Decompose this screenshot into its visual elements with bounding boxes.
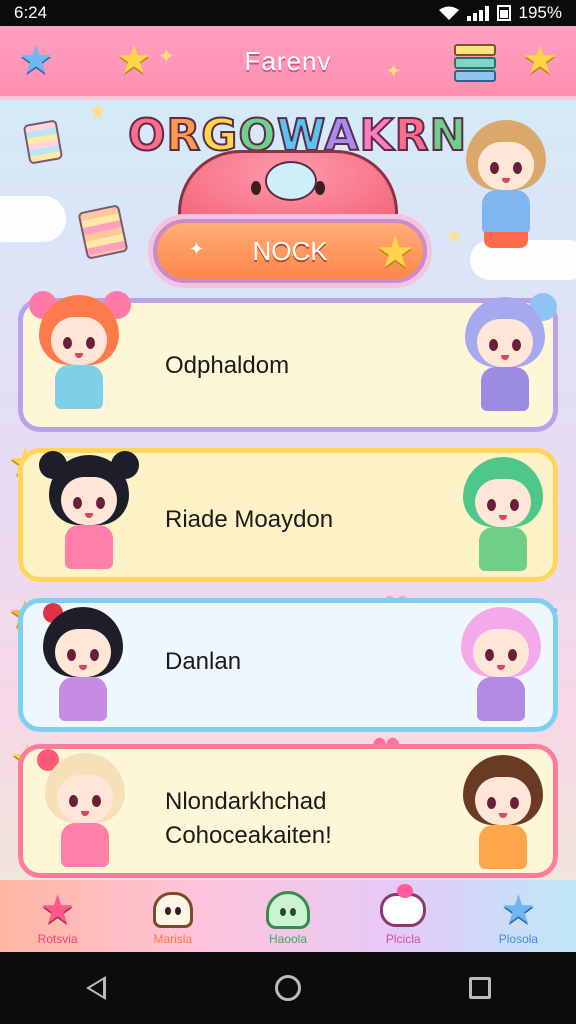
list-item[interactable]: Nlondarkhchad Cohoceakaiten! — [18, 744, 558, 878]
mascot-creature — [178, 150, 398, 224]
character-avatar — [37, 603, 129, 727]
character-avatar — [457, 457, 549, 577]
nav-item[interactable]: Haoola — [230, 880, 345, 952]
list-item-label: Danlan — [165, 648, 242, 675]
nav-item[interactable]: Marisla — [115, 880, 230, 952]
back-button[interactable] — [76, 968, 116, 1008]
home-icon — [275, 975, 301, 1001]
logo-letter: K — [358, 109, 395, 162]
page-title: Farenv — [244, 45, 332, 76]
status-time: 6:24 — [14, 3, 48, 22]
recents-icon — [469, 977, 491, 999]
slime-icon — [263, 886, 313, 934]
bottom-nav: ★ Rotsvia Marisla Haoola Plcicla ★ Ploso… — [0, 880, 576, 952]
card-sticker-icon — [22, 119, 64, 165]
app-header: ★ ★ ✦ Farenv ✦ ★ — [0, 26, 576, 100]
star-icon[interactable]: ★ — [18, 40, 54, 80]
status-icons: 195% — [438, 3, 562, 23]
logo-letter: O — [127, 109, 167, 162]
star-icon[interactable]: ★ — [522, 40, 558, 80]
character-avatar — [29, 291, 131, 415]
character-avatar — [457, 755, 549, 875]
character-avatar — [37, 749, 131, 873]
wifi-icon — [438, 6, 459, 20]
cake-icon — [378, 884, 428, 934]
sparkle-icon: ✦ — [158, 44, 175, 68]
list-item[interactable]: Danlan — [18, 598, 558, 732]
sparkle-icon: ★ — [88, 100, 108, 125]
sparkle-icon: ✦ — [189, 239, 205, 260]
home-button[interactable] — [268, 968, 308, 1008]
nav-label: Plosola — [498, 932, 539, 946]
nav-item[interactable]: ★ Rotsvia — [0, 880, 115, 952]
star-icon: ★ — [500, 887, 537, 933]
list-item[interactable]: Odphaldom — [18, 291, 558, 432]
card-sticker-icon — [77, 204, 129, 260]
star-icon: ★ — [39, 887, 76, 933]
nav-label: Rotsvia — [37, 932, 78, 946]
status-bar: 6:24 195% — [0, 0, 576, 26]
ghost-icon — [148, 886, 198, 934]
book-stack-icon[interactable] — [454, 44, 496, 84]
list-item-label: Riade Moaydon — [165, 506, 334, 533]
main-action-label: NOCK — [252, 235, 328, 266]
battery-icon — [496, 5, 511, 21]
character-avatar — [39, 451, 139, 575]
logo-letter: R — [394, 109, 430, 162]
sparkle-icon: ✦ — [386, 61, 402, 82]
nav-item[interactable]: Plcicla — [346, 880, 461, 952]
list-item-label: Nlondarkhchad Cohoceakaiten! — [165, 788, 332, 849]
list-item[interactable]: Riade Moaydon — [18, 448, 558, 582]
battery-percent: 195% — [518, 3, 562, 22]
cloud-decoration — [0, 196, 66, 242]
nav-label: Haoola — [268, 932, 308, 946]
recents-button[interactable] — [460, 968, 500, 1008]
star-icon: ★ — [375, 227, 415, 278]
system-nav-bar — [0, 952, 576, 1024]
star-icon: ★ — [116, 37, 152, 83]
back-icon — [86, 976, 106, 1000]
nav-item[interactable]: ★ Plosola — [461, 880, 576, 952]
nav-label: Plcicla — [385, 932, 421, 946]
logo-letter: R — [165, 109, 202, 162]
signal-icon — [466, 5, 489, 21]
nav-label: Marisla — [153, 932, 193, 946]
character-avatar — [459, 293, 557, 417]
mascot-character — [460, 120, 552, 248]
character-avatar — [455, 607, 547, 727]
list-item-label: Odphaldom — [165, 352, 290, 379]
main-action-button[interactable]: ✦ NOCK ★ — [148, 214, 432, 288]
